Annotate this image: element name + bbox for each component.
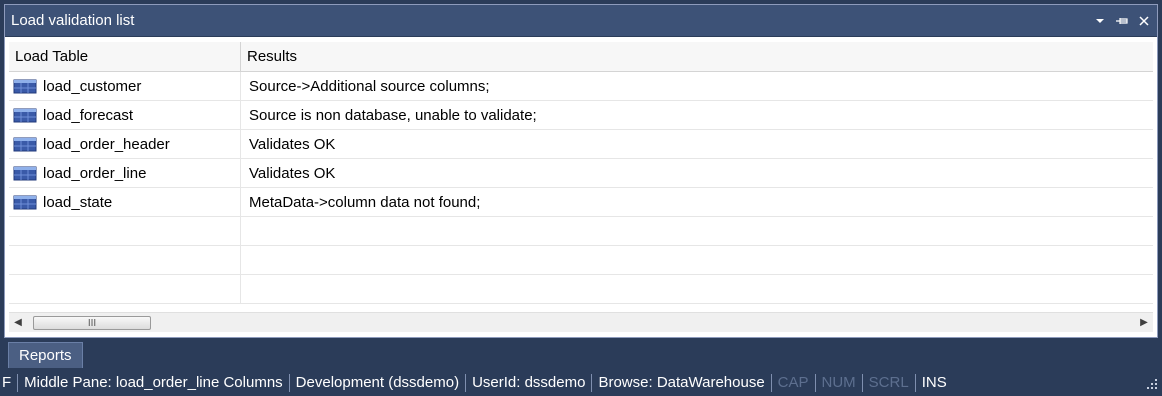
empty-cell [241, 275, 1153, 303]
result-cell[interactable]: Source->Additional source columns; [241, 72, 1153, 100]
status-user: UserId: dssdemo [466, 374, 593, 392]
load-table-cell[interactable]: load_state [9, 188, 241, 216]
table-icon [13, 107, 37, 123]
empty-row [9, 275, 1153, 304]
close-icon[interactable] [1139, 12, 1149, 30]
load-table-cell[interactable]: load_customer [9, 72, 241, 100]
empty-cell [9, 246, 241, 274]
load-table-cell[interactable]: load_order_line [9, 159, 241, 187]
status-browse: Browse: DataWarehouse [592, 374, 772, 392]
status-middle-pane: Middle Pane: load_order_line Columns [18, 374, 290, 392]
resize-grip-icon[interactable] [1144, 376, 1158, 390]
horizontal-scrollbar[interactable]: ◀ III ▶ [9, 312, 1153, 332]
table-row[interactable]: load_forecast Source is non database, una… [9, 101, 1153, 130]
empty-row [9, 246, 1153, 275]
table-row[interactable]: load_customer Source->Additional source c… [9, 72, 1153, 101]
status-num: NUM [816, 374, 863, 392]
table-icon [13, 165, 37, 181]
result-cell[interactable]: Source is non database, unable to valida… [241, 101, 1153, 129]
result-cell[interactable]: Validates OK [241, 130, 1153, 158]
empty-cell [241, 246, 1153, 274]
status-ins: INS [921, 374, 947, 391]
tab-reports[interactable]: Reports [8, 342, 83, 368]
scroll-right-arrow-icon[interactable]: ▶ [1135, 313, 1153, 333]
empty-row [9, 217, 1153, 246]
table-row[interactable]: load_order_line Validates OK [9, 159, 1153, 188]
panel-titlebar: Load validation list [5, 5, 1157, 37]
empty-cell [241, 217, 1153, 245]
load-table-cell[interactable]: load_forecast [9, 101, 241, 129]
scroll-left-arrow-icon[interactable]: ◀ [9, 313, 27, 333]
pin-icon[interactable] [1115, 12, 1129, 30]
status-environment: Development (dssdemo) [290, 374, 467, 392]
load-table-name: load_order_line [43, 164, 147, 182]
empty-cell [9, 217, 241, 245]
status-f: F [0, 374, 19, 392]
load-validation-panel: Load validation list Load Table Results … [4, 4, 1158, 338]
table-row[interactable]: load_order_header Validates OK [9, 130, 1153, 159]
table-icon [13, 136, 37, 152]
table-icon [13, 78, 37, 94]
load-table-cell[interactable]: load_order_header [9, 130, 241, 158]
load-table-name: load_order_header [43, 135, 170, 153]
validation-grid: Load Table Results load_customer Source->… [9, 42, 1153, 312]
load-table-name: load_forecast [43, 106, 134, 124]
empty-cell [9, 275, 241, 303]
column-header-load-table[interactable]: Load Table [9, 42, 241, 71]
panel-title: Load validation list [11, 12, 135, 29]
scrollbar-thumb[interactable]: III [33, 316, 151, 330]
bottom-tab-strip: Reports [0, 340, 1162, 368]
chevron-down-icon[interactable] [1095, 12, 1105, 30]
table-row[interactable]: load_state MetaData->column data not foun… [9, 188, 1153, 217]
status-cap: CAP [772, 374, 816, 392]
result-cell[interactable]: MetaData->column data not found; [241, 188, 1153, 216]
load-table-name: load_customer [43, 77, 142, 95]
status-bar: F Middle Pane: load_order_line Columns D… [0, 370, 1162, 396]
column-header-results[interactable]: Results [241, 42, 1153, 71]
grid-header: Load Table Results [9, 42, 1153, 72]
result-cell[interactable]: Validates OK [241, 159, 1153, 187]
scrollbar-track[interactable]: III [27, 313, 1135, 332]
load-table-name: load_state [43, 193, 113, 211]
panel-title-buttons [1095, 12, 1149, 30]
status-scrl: SCRL [863, 374, 916, 392]
table-icon [13, 194, 37, 210]
